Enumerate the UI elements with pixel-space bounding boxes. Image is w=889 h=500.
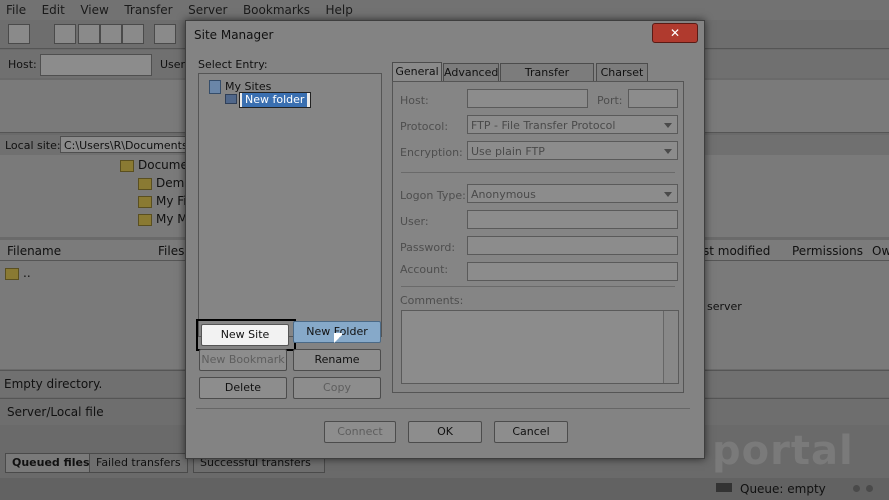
account-label: Account: xyxy=(400,263,449,276)
tab-general[interactable]: General xyxy=(392,62,442,83)
tab-charset[interactable]: Charset xyxy=(596,63,648,83)
divider xyxy=(401,172,675,173)
local-path-input[interactable]: C:\Users\R\Documents\ xyxy=(60,136,190,153)
toggle-local-tree-icon[interactable] xyxy=(78,24,100,44)
tree-item-label: My Fi xyxy=(156,194,187,208)
rename-folder-input[interactable]: New folder xyxy=(239,92,311,108)
site-tree: My Sites New folder xyxy=(198,73,382,337)
last-modified-column-header[interactable]: st modified xyxy=(703,244,770,258)
comments-textarea[interactable] xyxy=(401,310,679,384)
host-input[interactable] xyxy=(467,89,588,108)
menu-view[interactable]: View xyxy=(74,0,114,20)
select-entry-label: Select Entry: xyxy=(198,58,268,71)
refresh-icon[interactable] xyxy=(154,24,176,44)
encryption-select[interactable]: Use plain FTP xyxy=(467,141,678,160)
encryption-label: Encryption: xyxy=(400,146,463,159)
tree-item-my-files[interactable]: My Fi xyxy=(138,194,187,208)
user-label: User: xyxy=(400,215,429,228)
filesize-column-header[interactable]: Filesi xyxy=(158,244,188,258)
protocol-select[interactable]: FTP - File Transfer Protocol xyxy=(467,115,678,134)
tab-transfer-settings[interactable]: Transfer Settings xyxy=(500,63,594,97)
general-panel: Host: Port: Protocol: FTP - File Transfe… xyxy=(392,81,684,393)
copy-button[interactable]: Copy xyxy=(293,377,381,399)
divider xyxy=(196,408,690,409)
tree-item-my-music[interactable]: My M xyxy=(138,212,188,226)
close-button[interactable]: ✕ xyxy=(652,23,698,43)
server-local-file-header[interactable]: Server/Local file xyxy=(7,405,104,419)
connection-icon xyxy=(716,483,732,492)
tree-item-label: Docume xyxy=(138,158,188,172)
new-site-button[interactable]: New Site xyxy=(201,324,289,346)
divider xyxy=(401,286,675,287)
dialog-title: Site Manager xyxy=(194,28,274,42)
empty-directory-text: Empty directory. xyxy=(4,377,103,391)
site-manager-icon[interactable] xyxy=(8,24,30,44)
portal-watermark: portal xyxy=(712,428,854,474)
account-input[interactable] xyxy=(467,262,678,281)
folder-icon xyxy=(138,195,152,208)
folder-icon xyxy=(5,267,19,280)
port-input[interactable] xyxy=(628,89,678,108)
folder-icon xyxy=(138,213,152,226)
menu-bookmarks[interactable]: Bookmarks xyxy=(237,0,316,20)
close-icon: ✕ xyxy=(669,26,681,40)
computer-icon xyxy=(209,80,221,94)
host-label: Host: xyxy=(8,58,37,71)
protocol-label: Protocol: xyxy=(400,120,449,133)
menu-edit[interactable]: Edit xyxy=(36,0,71,20)
permissions-column-header[interactable]: Permissions xyxy=(792,244,863,258)
rename-folder-text: New folder xyxy=(242,93,308,107)
remote-note: server xyxy=(707,300,742,313)
ok-button[interactable]: OK xyxy=(408,421,482,443)
logon-type-select[interactable]: Anonymous xyxy=(467,184,678,203)
comments-scrollbar[interactable] xyxy=(663,311,678,383)
password-input[interactable] xyxy=(467,236,678,255)
list-item[interactable]: .. xyxy=(5,266,31,280)
list-item-label: .. xyxy=(23,266,31,280)
delete-button[interactable]: Delete xyxy=(199,377,287,399)
menu-server[interactable]: Server xyxy=(182,0,233,20)
receive-led-icon xyxy=(866,485,873,492)
toggle-remote-tree-icon[interactable] xyxy=(100,24,122,44)
toggle-queue-icon[interactable] xyxy=(122,24,144,44)
local-site-label: Local site: xyxy=(5,139,61,152)
host-input[interactable] xyxy=(40,54,152,76)
tree-item-label: My M xyxy=(156,212,188,226)
mouse-cursor-icon xyxy=(334,333,342,345)
new-bookmark-button[interactable]: New Bookmark xyxy=(199,349,287,371)
cancel-button[interactable]: Cancel xyxy=(494,421,568,443)
folder-icon xyxy=(138,177,152,190)
queue-status: Queue: empty xyxy=(740,482,826,496)
filename-column-header[interactable]: Filename xyxy=(7,244,61,258)
logon-type-label: Logon Type: xyxy=(400,189,466,202)
menu-transfer[interactable]: Transfer xyxy=(118,0,178,20)
user-input[interactable] xyxy=(467,210,678,229)
folder-icon xyxy=(120,159,134,172)
tab-advanced[interactable]: Advanced xyxy=(443,63,499,83)
folder-icon xyxy=(225,94,237,104)
menu-file[interactable]: File xyxy=(0,0,32,20)
tab-queued-files[interactable]: Queued files xyxy=(5,453,97,473)
site-manager-dialog: Site Manager ✕ Select Entry: My Sites Ne… xyxy=(185,20,705,459)
tab-failed-transfers[interactable]: Failed transfers xyxy=(89,453,188,473)
password-label: Password: xyxy=(400,241,456,254)
toggle-log-icon[interactable] xyxy=(54,24,76,44)
port-label: Port: xyxy=(597,94,623,107)
connect-button[interactable]: Connect xyxy=(324,421,396,443)
menu-bar: File Edit View Transfer Server Bookmarks… xyxy=(0,0,889,20)
rename-button[interactable]: Rename xyxy=(293,349,381,371)
send-led-icon xyxy=(853,485,860,492)
status-bar: Queue: empty xyxy=(0,478,889,500)
tree-item-documents[interactable]: Docume xyxy=(120,158,188,172)
tree-item-demo[interactable]: Demo xyxy=(138,176,192,190)
menu-help[interactable]: Help xyxy=(320,0,359,20)
comments-label: Comments: xyxy=(400,294,464,307)
host-label: Host: xyxy=(400,94,429,107)
owner-column-header[interactable]: Ow xyxy=(872,244,889,258)
